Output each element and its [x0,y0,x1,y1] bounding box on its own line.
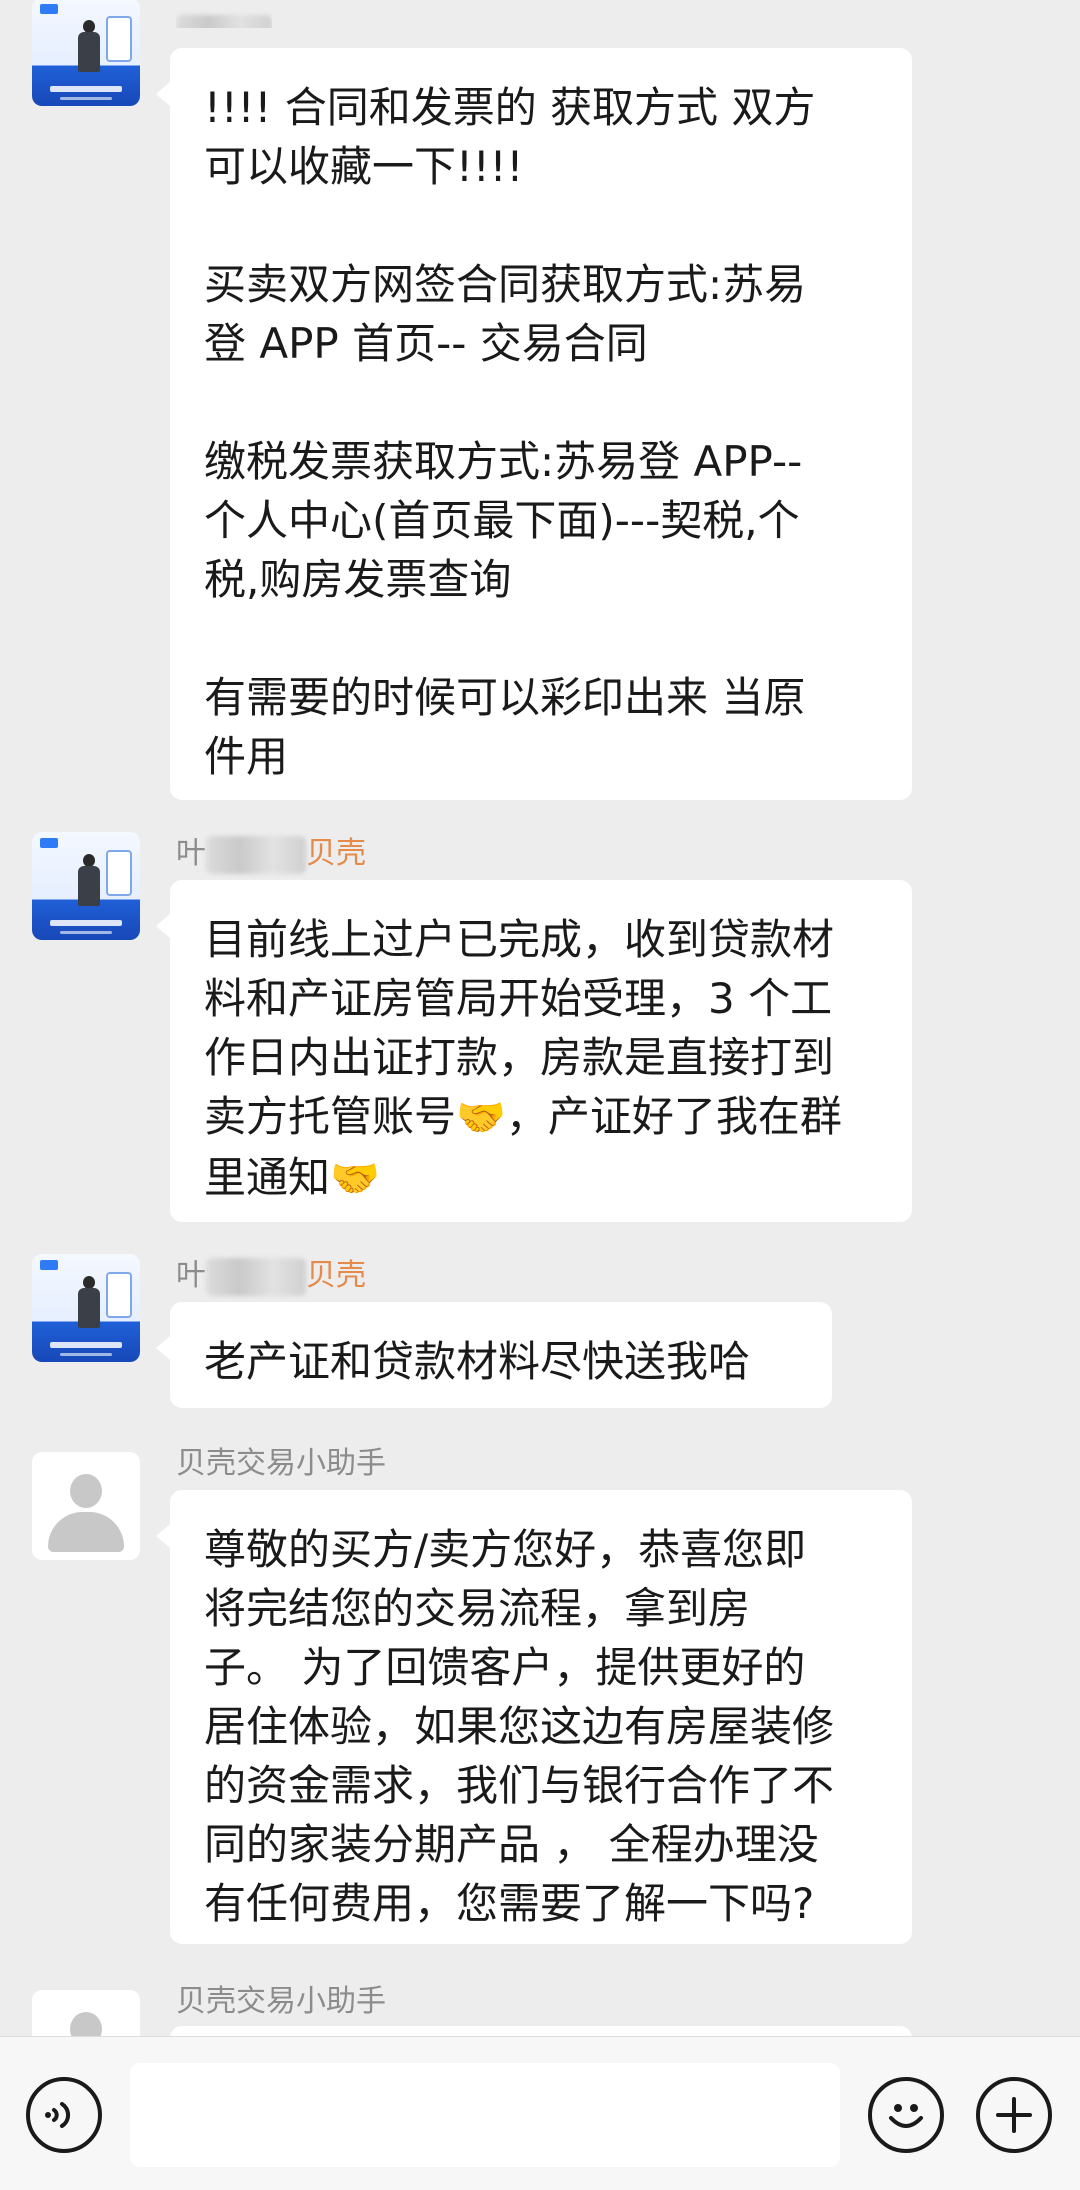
default-avatar[interactable] [32,1452,140,1560]
agent-avatar[interactable] [32,1254,140,1362]
message-text: 老产证和贷款材料尽快送我哈 [204,1337,751,1386]
emoji-button[interactable] [868,2077,944,2153]
message-bubble[interactable]: 尊敬的买方/卖方您好，恭喜您即 将完结您的交易流程，拿到房 子。 为了回馈客户，… [156,1490,912,1944]
voice-button[interactable] [26,2077,102,2153]
input-bar [0,2036,1080,2190]
handshake-emoji: 🤝 [456,1095,506,1141]
agent-avatar[interactable] [32,0,140,106]
voice-icon [45,2102,70,2128]
message-bubble[interactable] [170,2026,912,2036]
sender-name [176,4,272,28]
message-bubble[interactable]: 目前线上过户已完成，收到贷款材 料和产证房管局开始受理，3 个工 作日内出证打款… [156,880,912,1222]
handshake-emoji: 🤝 [330,1156,380,1202]
sender-name: 叶 贝壳 [176,1256,366,1296]
redacted-name-blur [206,1257,306,1296]
sender-name-text: 叶 [176,836,206,871]
sender-name: 叶 贝壳 [176,834,366,874]
agent-avatar[interactable] [32,832,140,940]
message-bubble[interactable]: !!!! 合同和发票的 获取方式 双方 可以收藏一下!!!! 买卖双方网签合同获… [156,48,912,800]
message-input[interactable] [130,2063,840,2167]
sender-org: 贝壳 [306,836,366,871]
message-bubble[interactable]: 老产证和贷款材料尽快送我哈 [156,1302,832,1408]
plus-icon [996,2097,1032,2133]
message-text: 尊敬的买方/卖方您好，恭喜您即 将完结您的交易流程，拿到房 子。 为了回馈客户，… [204,1525,835,1928]
redacted-name-blur [206,835,306,874]
message-text: !!!! 合同和发票的 获取方式 双方 可以收藏一下!!!! 买卖双方网签合同获… [204,83,816,781]
sender-name: 贝壳交易小助手 [176,1984,386,2019]
chat-history[interactable]: !!!! 合同和发票的 获取方式 双方 可以收藏一下!!!! 买卖双方网签合同获… [0,0,1080,2036]
sender-name-text: 叶 [176,1258,206,1293]
default-avatar[interactable] [32,1990,140,2036]
sender-org: 贝壳 [306,1258,366,1293]
emoji-icon [889,2104,923,2128]
sender-name: 贝壳交易小助手 [176,1446,386,1481]
plus-button[interactable] [976,2077,1052,2153]
